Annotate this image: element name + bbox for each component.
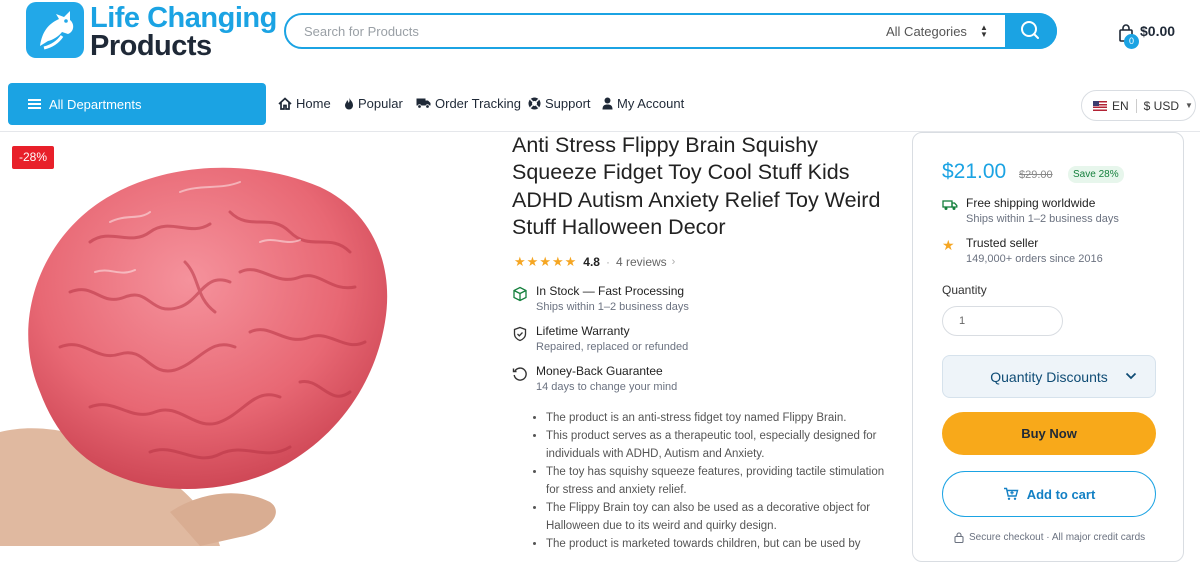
current-price: $21.00 [942, 160, 1007, 183]
nav-support[interactable]: Support [528, 94, 591, 112]
truck-icon [416, 98, 431, 109]
feature-title: Lifetime Warranty [536, 324, 630, 338]
description-bullet: The Flippy Brain toy can also be used as… [546, 499, 886, 535]
perk-title: Free shipping worldwide [966, 196, 1096, 210]
cart-total[interactable]: $0.00 [1140, 23, 1175, 39]
caret-down-icon: ▼ [1185, 101, 1193, 110]
rating-value: 4.8 [583, 255, 600, 269]
select-arrows-icon: ▲ ▼ [980, 23, 988, 39]
fire-icon [345, 97, 353, 109]
product-image[interactable] [0, 132, 498, 546]
chevron-down-icon [1125, 372, 1137, 380]
star-icon: ★ [551, 254, 564, 269]
locale-selector[interactable]: EN $ USD ▼ [1081, 90, 1196, 121]
perk-title: Trusted seller [966, 236, 1039, 250]
perk-subtitle: 149,000+ orders since 2016 [966, 253, 1103, 265]
nav-popular[interactable]: Popular [344, 94, 403, 112]
add-to-cart-label: Add to cart [1026, 486, 1096, 502]
cart-icon [1003, 487, 1019, 500]
secure-checkout-note: Secure checkout · All major credit cards [954, 532, 1145, 543]
nav-order-tracking-label: Order Tracking [435, 95, 521, 111]
search-icon [1021, 21, 1039, 39]
locale-divider [1135, 98, 1137, 113]
star-icon: ★ [942, 237, 955, 253]
nav-support-label: Support [545, 95, 591, 111]
feature-subtitle: 14 days to change your mind [536, 381, 678, 393]
star-icon: ★ [539, 254, 551, 269]
quantity-input[interactable] [942, 306, 1063, 336]
add-to-cart-button[interactable]: Add to cart [942, 471, 1156, 517]
star-icon: ★ [526, 254, 539, 269]
description-bullet: The toy has squishy squeeze features, pr… [546, 463, 886, 499]
all-departments-button[interactable]: All Departments [8, 83, 266, 125]
user-icon [602, 97, 613, 109]
brand-name-line2[interactable]: Products [90, 30, 212, 62]
nav-home[interactable]: Home [278, 94, 331, 112]
us-flag-icon [1093, 100, 1107, 111]
quantity-discounts-dropdown[interactable]: Quantity Discounts [942, 355, 1156, 398]
chevron-right-icon: › [671, 256, 676, 268]
product-rating[interactable]: ★ ★ ★ ★ ★ 4.8 · 4 reviews › [514, 254, 675, 270]
description-bullet: The product is marketed towards children… [546, 535, 886, 553]
currency-label: $ USD [1143, 98, 1180, 113]
category-select-value: All Categories [886, 23, 967, 39]
product-description-list: The product is an anti-stress fidget toy… [536, 409, 886, 553]
savings-badge: Save 28% [1068, 166, 1124, 183]
category-select[interactable]: All Categories ▲ ▼ [886, 15, 990, 47]
description-bullet: This product serves as a therapeutic too… [546, 427, 886, 463]
nav-popular-label: Popular [358, 95, 403, 111]
reviews-link[interactable]: 4 reviews [616, 255, 667, 269]
search-button[interactable] [1005, 13, 1057, 49]
feature-title: Money-Back Guarantee [536, 364, 663, 378]
cart-count-badge: 0 [1124, 34, 1139, 49]
lock-icon [954, 532, 964, 543]
description-bullet: The product is an anti-stress fidget toy… [546, 409, 886, 427]
quantity-label: Quantity [942, 283, 987, 297]
quantity-discounts-label: Quantity Discounts [990, 368, 1108, 385]
brand-logo-icon[interactable] [26, 2, 84, 58]
buy-now-label: Buy Now [1021, 426, 1077, 441]
home-icon [278, 96, 292, 110]
refresh-icon [512, 367, 527, 381]
feature-subtitle: Ships within 1–2 business days [536, 301, 689, 313]
buy-now-button[interactable]: Buy Now [942, 412, 1156, 455]
secure-checkout-text: Secure checkout · All major credit cards [969, 532, 1146, 543]
original-price: $29.00 [1019, 169, 1053, 181]
shipping-truck-icon [942, 200, 958, 210]
feature-subtitle: Repaired, replaced or refunded [536, 341, 689, 353]
feature-title: In Stock — Fast Processing [536, 284, 685, 298]
discount-badge: -28% [12, 146, 54, 169]
search-bar: All Categories ▲▼ [284, 13, 1057, 49]
rating-separator: · [605, 255, 610, 269]
nav-my-account-label: My Account [617, 95, 685, 111]
menu-icon [28, 99, 41, 109]
lifebuoy-icon [528, 97, 541, 109]
star-icon: ★ [564, 254, 577, 269]
product-title: Anti Stress Flippy Brain Squishy Squeeze… [512, 133, 881, 239]
star-icon: ★ [514, 254, 526, 269]
nav-home-label: Home [296, 95, 331, 111]
search-input[interactable] [302, 15, 842, 47]
language-label: EN [1112, 98, 1129, 113]
nav-order-tracking[interactable]: Order Tracking [416, 94, 521, 112]
perk-subtitle: Ships within 1–2 business days [966, 213, 1119, 225]
nav-my-account[interactable]: My Account [602, 94, 684, 112]
box-icon [513, 286, 527, 302]
all-departments-label: All Departments [49, 96, 142, 112]
shield-check-icon [513, 326, 527, 342]
